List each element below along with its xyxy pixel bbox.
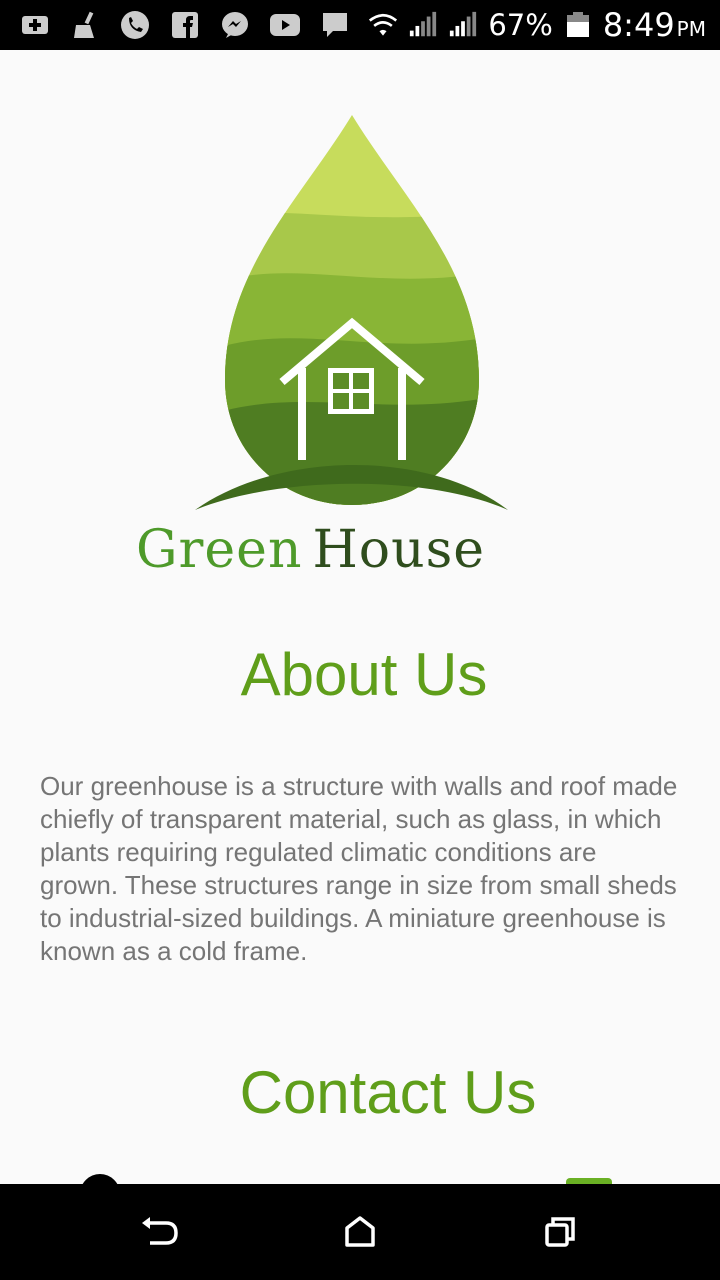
brand-house: House xyxy=(312,520,486,580)
signal-1-icon xyxy=(408,10,438,40)
about-text: Our greenhouse is a structure with walls… xyxy=(40,771,678,966)
messenger-icon xyxy=(220,10,250,40)
brand-name: Green House xyxy=(136,520,485,580)
facebook-icon xyxy=(170,10,200,40)
phone-icon xyxy=(120,10,150,40)
notification-icons xyxy=(20,10,350,40)
add-box-icon xyxy=(20,10,50,40)
broom-icon xyxy=(70,10,100,40)
system-icons: 67% 8:49 PM xyxy=(368,6,706,44)
brand-green: Green xyxy=(136,520,303,580)
message-icon xyxy=(320,10,350,40)
home-icon[interactable] xyxy=(340,1212,380,1252)
greenhouse-logo-icon xyxy=(195,115,508,510)
recents-icon[interactable] xyxy=(540,1212,580,1252)
contact-title: Contact Us xyxy=(239,1059,537,1126)
clock: 8:49 PM xyxy=(602,6,706,44)
wifi-icon xyxy=(368,10,398,40)
signal-2-icon xyxy=(448,10,478,40)
navigation-bar xyxy=(0,1184,720,1280)
back-icon[interactable] xyxy=(140,1212,180,1252)
status-bar: 67% 8:49 PM xyxy=(0,0,720,50)
youtube-icon xyxy=(270,10,300,40)
about-title: About Us xyxy=(240,641,488,708)
battery-icon xyxy=(563,10,593,40)
contact-item-peek xyxy=(80,1174,120,1184)
main-content: Green House About Us Our greenhouse is a … xyxy=(0,50,720,1184)
battery-percent: 67% xyxy=(488,8,553,42)
